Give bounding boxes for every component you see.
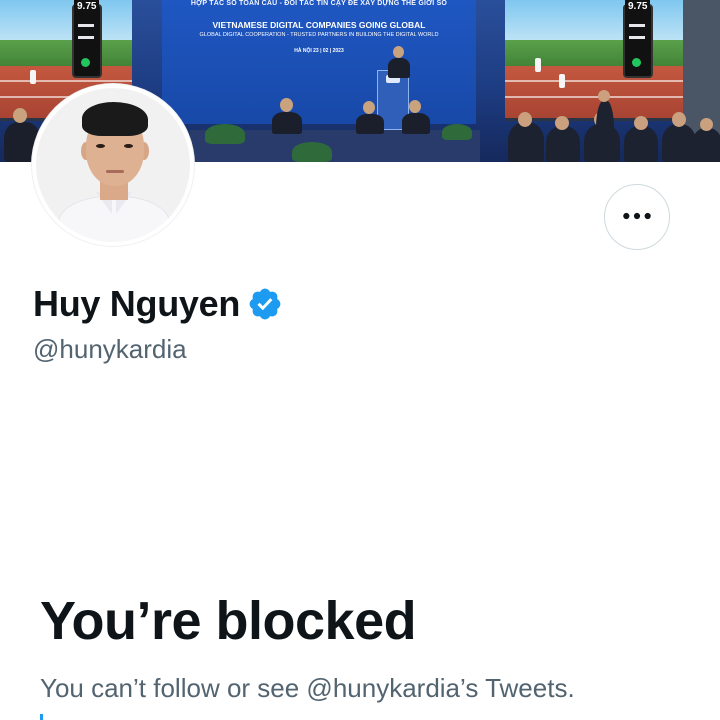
right-score: 9.75 bbox=[625, 0, 651, 13]
learn-more-link[interactable] bbox=[40, 714, 43, 720]
left-score: 9.75 bbox=[74, 0, 100, 13]
audience bbox=[480, 90, 720, 162]
speaker bbox=[388, 58, 410, 78]
blocked-description: You can’t follow or see @hunykardia’s Tw… bbox=[40, 673, 575, 703]
plant-left bbox=[205, 124, 245, 144]
profile-handle: @hunykardia bbox=[33, 334, 187, 364]
screen-subtitle: GLOBAL DIGITAL COOPERATION - TRUSTED PAR… bbox=[199, 32, 439, 38]
screen-title-main: VIETNAMESE DIGITAL COMPANIES GOING GLOBA… bbox=[212, 20, 426, 30]
display-name: Huy Nguyen bbox=[33, 283, 241, 324]
verified-badge-icon[interactable] bbox=[247, 286, 283, 322]
more-options-button[interactable] bbox=[604, 184, 670, 250]
plant-center bbox=[292, 142, 332, 162]
plant-right bbox=[442, 124, 472, 140]
blocked-title: You’re blocked bbox=[40, 591, 417, 651]
profile-avatar[interactable] bbox=[32, 84, 194, 246]
more-horizontal-icon bbox=[623, 212, 651, 220]
screen-date: HÀ NỘI 23 | 02 | 2023 bbox=[294, 48, 344, 54]
profile-name-row: Huy Nguyen bbox=[33, 282, 283, 326]
screen-title-top: HỢP TÁC SỐ TOÀN CẦU - ĐỐI TÁC TIN CẬY ĐỂ… bbox=[190, 0, 448, 7]
banner-center-screen: HỢP TÁC SỐ TOÀN CẦU - ĐỐI TÁC TIN CẬY ĐỂ… bbox=[162, 0, 476, 124]
